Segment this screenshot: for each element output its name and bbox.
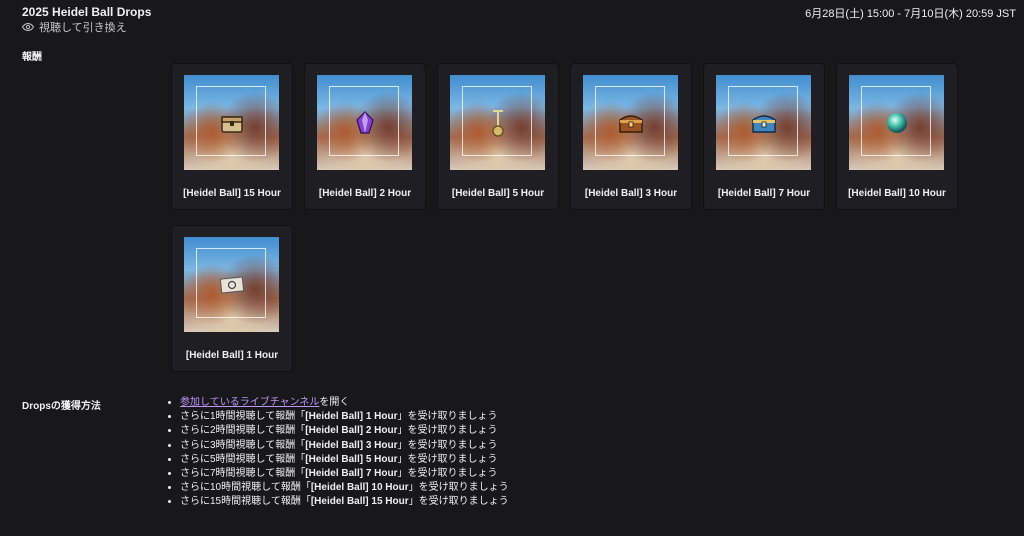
list-item: さらに2時間視聴して報酬「[Heidel Ball] 2 Hour」を受け取りま… [180, 424, 509, 438]
reward-name: [Heidel Ball] 7 Hour [717, 188, 811, 199]
reward-image [317, 75, 412, 170]
reward-name: [Heidel Ball] 15 Hour [183, 188, 281, 199]
reward-card: [Heidel Ball] 7 Hour [704, 64, 824, 209]
orb-icon [886, 112, 907, 133]
crystal-icon [355, 110, 374, 134]
reward-card: [Heidel Ball] 5 Hour [438, 64, 558, 209]
list-item: さらに3時間視聴して報酬「[Heidel Ball] 3 Hour」を受け取りま… [180, 439, 509, 453]
reward-name: [Heidel Ball] 1 Hour [185, 350, 279, 361]
list-item: さらに5時間視聴して報酬「[Heidel Ball] 5 Hour」を受け取りま… [180, 453, 509, 467]
list-item: さらに10時間視聴して報酬「[Heidel Ball] 10 Hour」を受け取… [180, 481, 509, 495]
reward-image [849, 75, 944, 170]
list-item: さらに1時間視聴して報酬「[Heidel Ball] 1 Hour」を受け取りま… [180, 410, 509, 424]
reward-card: [Heidel Ball] 2 Hour [305, 64, 425, 209]
ticket-icon [219, 275, 244, 294]
blue-chest-icon [751, 114, 776, 133]
reward-image [184, 237, 279, 332]
rewards-grid: [Heidel Ball] 15 Hour [Heidel Ball] 2 Ho… [172, 64, 972, 371]
reward-name: [Heidel Ball] 5 Hour [451, 188, 545, 199]
reward-card: [Heidel Ball] 10 Hour [837, 64, 957, 209]
campaign-dates: 6月28日(土) 15:00 - 7月10日(木) 20:59 JST [805, 8, 1016, 20]
reward-image [716, 75, 811, 170]
reward-image [184, 75, 279, 170]
live-channel-link[interactable]: 参加しているライブチャンネル [180, 397, 319, 408]
watch-to-redeem: 視聴して引き換え [22, 19, 127, 35]
reward-name: [Heidel Ball] 3 Hour [584, 188, 678, 199]
how-to-section-label: Dropsの獲得方法 [22, 401, 101, 412]
reward-name: [Heidel Ball] 10 Hour [848, 188, 946, 199]
list-item: 参加しているライブチャンネルを開く [180, 396, 509, 410]
chest-icon [220, 115, 243, 133]
reward-image [450, 75, 545, 170]
list-item: さらに15時間視聴して報酬「[Heidel Ball] 15 Hour」を受け取… [180, 495, 509, 509]
campaign-title: 2025 Heidel Ball Drops [22, 5, 152, 19]
reward-card: [Heidel Ball] 15 Hour [172, 64, 292, 209]
rewards-section-label: 報酬 [22, 52, 42, 63]
list-item: さらに7時間視聴して報酬「[Heidel Ball] 7 Hour」を受け取りま… [180, 467, 509, 481]
steps-list: 参加しているライブチャンネルを開く さらに1時間視聴して報酬「[Heidel B… [166, 396, 509, 510]
watch-label: 視聴して引き換え [39, 22, 127, 34]
reward-card: [Heidel Ball] 1 Hour [172, 226, 292, 371]
eye-icon [22, 22, 34, 32]
key-icon [491, 109, 504, 137]
reward-card: [Heidel Ball] 3 Hour [571, 64, 691, 209]
treasure-chest-icon [618, 114, 643, 133]
reward-name: [Heidel Ball] 2 Hour [318, 188, 412, 199]
reward-image [583, 75, 678, 170]
